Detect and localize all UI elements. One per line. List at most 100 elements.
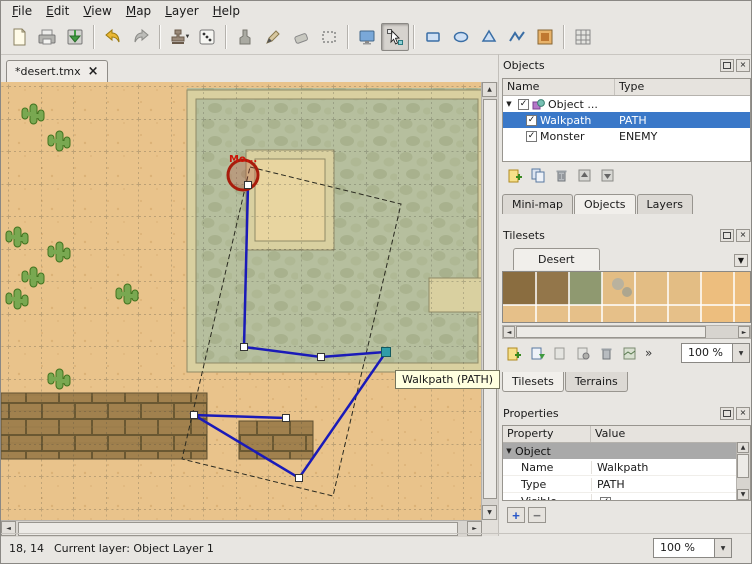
insert-tile-button[interactable] bbox=[531, 23, 559, 51]
menu-view[interactable]: View bbox=[76, 3, 118, 19]
dock-close-button[interactable]: × bbox=[736, 59, 750, 72]
menu-help[interactable]: Help bbox=[206, 3, 247, 19]
rect-select-tool-button[interactable] bbox=[315, 23, 343, 51]
edit-terrain-button[interactable] bbox=[619, 344, 639, 363]
vscroll-thumb[interactable] bbox=[483, 99, 497, 499]
tileset-view[interactable] bbox=[502, 271, 751, 323]
save-button[interactable] bbox=[61, 23, 89, 51]
stamp-dropdown-caret-icon[interactable]: ▼ bbox=[185, 34, 191, 40]
undo-button[interactable] bbox=[99, 23, 127, 51]
path-vertex[interactable] bbox=[191, 412, 198, 419]
tileset-hscroll-thumb[interactable] bbox=[516, 326, 706, 338]
insert-polygon-button[interactable] bbox=[475, 23, 503, 51]
tab-desert-tileset[interactable]: Desert bbox=[513, 248, 600, 270]
walkpath-visible-checkbox[interactable]: ✓ bbox=[526, 115, 537, 126]
tab-minimap[interactable]: Mini-map bbox=[502, 194, 573, 214]
tab-objects[interactable]: Objects bbox=[574, 194, 636, 214]
monster-row[interactable]: ✓ Monster ENEMY bbox=[503, 128, 750, 144]
document-tab[interactable]: *desert.tmx × bbox=[6, 60, 108, 82]
scroll-left-icon[interactable]: ◄ bbox=[503, 326, 515, 338]
path-vertex[interactable] bbox=[245, 182, 252, 189]
column-value[interactable]: Value bbox=[591, 426, 750, 442]
walkpath-row[interactable]: ✓ Walkpath PATH bbox=[503, 112, 750, 128]
dock-float-button[interactable] bbox=[720, 407, 734, 420]
statusbar-zoom-combo[interactable]: 100 % ▼ bbox=[653, 538, 732, 558]
remove-object-button[interactable] bbox=[551, 166, 571, 185]
menu-layer[interactable]: Layer bbox=[158, 3, 205, 19]
properties-scroll-thumb[interactable] bbox=[737, 454, 749, 478]
tileset-preview[interactable] bbox=[503, 272, 750, 322]
object-group-row[interactable]: ▼ ✓ Object ... bbox=[503, 96, 750, 112]
dock-float-button[interactable] bbox=[720, 229, 734, 242]
map-view[interactable]: Mo... bbox=[1, 82, 482, 520]
tab-close-icon[interactable]: × bbox=[88, 67, 99, 77]
insert-polyline-button[interactable] bbox=[503, 23, 531, 51]
highlight-layer-button[interactable] bbox=[353, 23, 381, 51]
menu-file[interactable]: File bbox=[5, 3, 39, 19]
monster-visible-checkbox[interactable]: ✓ bbox=[526, 131, 537, 142]
dock-float-button[interactable] bbox=[720, 59, 734, 72]
dropdown-icon[interactable]: ▼ bbox=[714, 539, 731, 557]
column-type[interactable]: Type bbox=[615, 79, 750, 95]
tab-tilesets[interactable]: Tilesets bbox=[502, 372, 564, 392]
tab-layers[interactable]: Layers bbox=[637, 194, 693, 214]
menu-map[interactable]: Map bbox=[119, 3, 158, 19]
dropdown-icon[interactable]: ▼ bbox=[732, 344, 749, 362]
expander-icon[interactable]: ▼ bbox=[503, 447, 515, 455]
path-vertex[interactable] bbox=[296, 475, 303, 482]
stamp-tool-button[interactable] bbox=[231, 23, 259, 51]
tileset-tab-menu-button[interactable]: ▼ bbox=[734, 254, 748, 267]
map-canvas[interactable]: Mo... Walkpath (PATH) bbox=[1, 82, 482, 520]
dock-close-button[interactable]: × bbox=[736, 407, 750, 420]
remove-property-button[interactable]: − bbox=[528, 507, 546, 523]
tileset-properties-button[interactable] bbox=[573, 344, 593, 363]
eraser-tool-button[interactable] bbox=[287, 23, 315, 51]
scroll-down-icon[interactable]: ▼ bbox=[737, 489, 749, 500]
stamp-brush-button[interactable]: ▼ bbox=[165, 23, 193, 51]
raise-object-button[interactable] bbox=[574, 166, 594, 185]
property-row-type[interactable]: Type PATH bbox=[503, 476, 750, 493]
open-button[interactable] bbox=[33, 23, 61, 51]
path-vertex[interactable] bbox=[318, 354, 325, 361]
add-property-button[interactable]: + bbox=[507, 507, 525, 523]
import-tileset-button[interactable] bbox=[527, 344, 547, 363]
tab-terrains[interactable]: Terrains bbox=[565, 372, 628, 392]
visible-checkbox[interactable]: ✓ bbox=[600, 497, 611, 501]
path-vertex[interactable] bbox=[241, 344, 248, 351]
export-tileset-button[interactable] bbox=[550, 344, 570, 363]
tileset-zoom-combo[interactable]: 100 % ▼ bbox=[681, 343, 750, 363]
new-button[interactable] bbox=[5, 23, 33, 51]
column-property[interactable]: Property bbox=[503, 426, 591, 442]
grid-button[interactable] bbox=[569, 23, 597, 51]
property-row-name[interactable]: Name Walkpath bbox=[503, 459, 750, 476]
redo-button[interactable] bbox=[127, 23, 155, 51]
scroll-up-icon[interactable]: ▲ bbox=[482, 82, 497, 97]
random-mode-button[interactable] bbox=[193, 23, 221, 51]
path-vertex-selected[interactable] bbox=[382, 348, 391, 357]
property-row-visible[interactable]: Visible ✓ bbox=[503, 493, 750, 501]
group-visible-checkbox[interactable]: ✓ bbox=[518, 99, 529, 110]
insert-rectangle-button[interactable] bbox=[419, 23, 447, 51]
dock-close-button[interactable]: × bbox=[736, 229, 750, 242]
add-object-layer-button[interactable] bbox=[505, 166, 525, 185]
properties-vscrollbar[interactable]: ▲ ▼ bbox=[736, 442, 750, 500]
scroll-right-icon[interactable]: ► bbox=[738, 326, 750, 338]
property-group-row[interactable]: ▼ Object bbox=[503, 443, 750, 459]
scroll-down-icon[interactable]: ▼ bbox=[482, 505, 497, 520]
toolbar-overflow-button[interactable]: » bbox=[642, 346, 655, 360]
lower-object-button[interactable] bbox=[597, 166, 617, 185]
duplicate-object-button[interactable] bbox=[528, 166, 548, 185]
insert-ellipse-button[interactable] bbox=[447, 23, 475, 51]
remove-tileset-button[interactable] bbox=[596, 344, 616, 363]
new-tileset-button[interactable] bbox=[504, 344, 524, 363]
tileset-hscrollbar[interactable]: ◄ ► bbox=[502, 325, 751, 339]
edit-polygons-button[interactable] bbox=[381, 23, 409, 51]
path-vertex[interactable] bbox=[283, 415, 290, 422]
property-value[interactable]: PATH bbox=[591, 478, 750, 491]
fill-tool-button[interactable] bbox=[259, 23, 287, 51]
property-value[interactable]: Walkpath bbox=[591, 461, 750, 474]
canvas-vscrollbar[interactable]: ▲ ▼ bbox=[481, 82, 498, 520]
scroll-up-icon[interactable]: ▲ bbox=[737, 442, 749, 453]
column-name[interactable]: Name bbox=[503, 79, 615, 95]
expander-icon[interactable]: ▼ bbox=[503, 100, 515, 108]
